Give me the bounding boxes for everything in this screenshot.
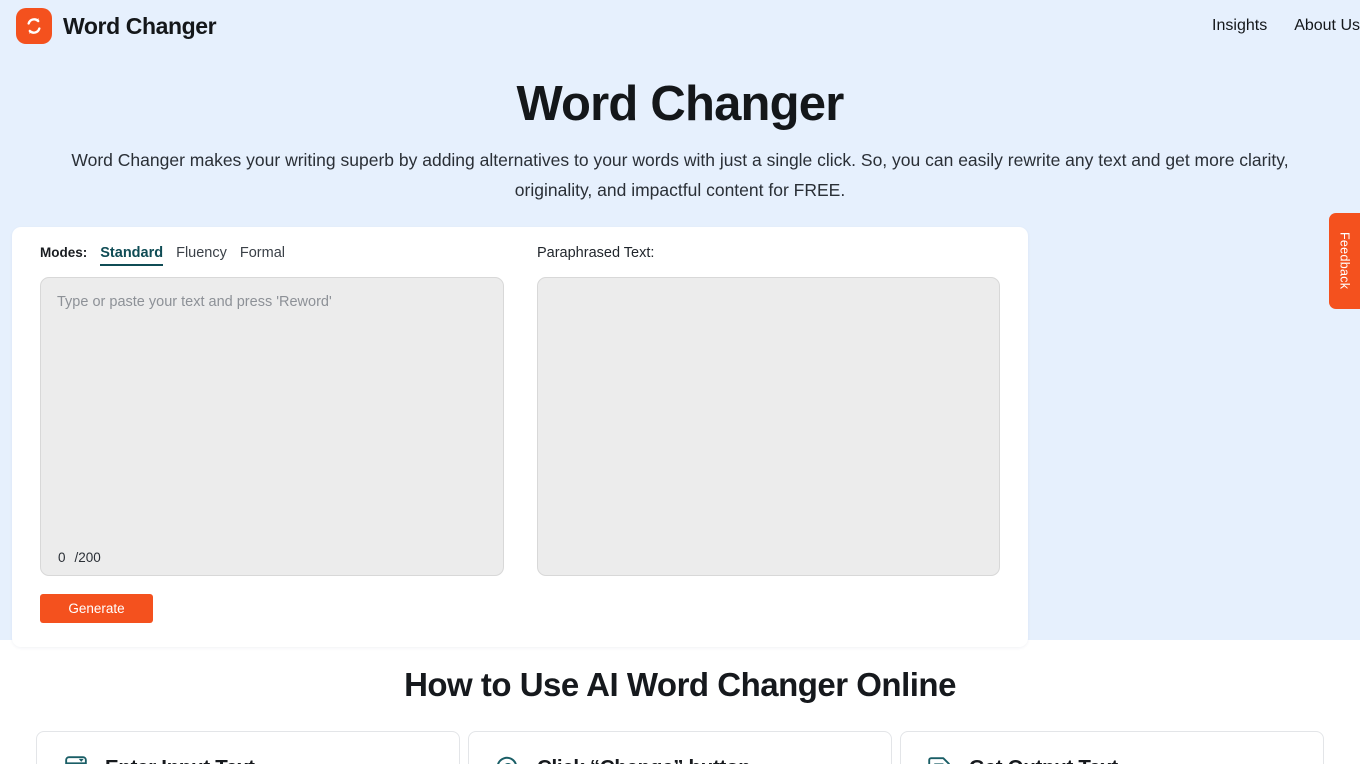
paraphrase-tool-card: Modes: Standard Fluency Formal Type or p… (12, 227, 1028, 647)
modes-row: Modes: Standard Fluency Formal (40, 245, 504, 267)
refresh-swap-icon (16, 8, 52, 44)
brand-name: Word Changer (63, 12, 217, 39)
how-to-card-title: Get Output Text (969, 756, 1118, 764)
mode-tab-fluency[interactable]: Fluency (176, 245, 227, 264)
how-to-card-title: Click “Change” button (537, 756, 751, 764)
character-count: 0 (58, 550, 66, 565)
input-pane: Modes: Standard Fluency Formal Type or p… (40, 245, 504, 623)
mode-tab-formal[interactable]: Formal (240, 245, 285, 264)
output-textarea[interactable] (536, 277, 1000, 576)
brand-logo-link[interactable]: Word Changer (16, 8, 217, 44)
how-to-card-click-change: Click “Change” button (468, 731, 892, 764)
how-to-section: How to Use AI Word Changer Online Enter … (0, 640, 1360, 764)
page-title: Word Changer (516, 77, 844, 131)
hero-section: Word Changer Insights About Us Word Chan… (0, 0, 1360, 647)
modes-label: Modes: (40, 245, 88, 260)
input-textarea[interactable]: Type or paste your text and press 'Rewor… (40, 277, 504, 576)
generate-button[interactable]: Generate (40, 594, 153, 623)
feedback-tab-label: Feedback (1337, 232, 1352, 290)
character-counter: 0 /200 (58, 550, 101, 565)
document-check-icon (923, 751, 956, 764)
character-limit: /200 (74, 550, 101, 565)
main-nav: Insights About Us (1212, 17, 1360, 35)
how-to-card-enter-input: Enter Input Text (36, 731, 460, 764)
nav-item-insights[interactable]: Insights (1212, 17, 1267, 35)
mode-tab-standard[interactable]: Standard (100, 245, 164, 266)
site-header: Word Changer Insights About Us (0, 0, 1360, 52)
how-to-card-title: Enter Input Text (105, 756, 255, 764)
click-cursor-icon (491, 751, 524, 764)
input-placeholder: Type or paste your text and press 'Rewor… (57, 294, 332, 310)
form-document-icon (59, 751, 92, 764)
feedback-tab[interactable]: Feedback (1329, 213, 1360, 309)
how-to-card-get-output: Get Output Text (900, 731, 1324, 764)
output-label: Paraphrased Text: (536, 245, 655, 261)
page-description: Word Changer makes your writing superb b… (71, 150, 1289, 200)
output-pane: Paraphrased Text: (536, 245, 1000, 623)
nav-item-about-us[interactable]: About Us (1294, 17, 1360, 35)
how-to-cards: Enter Input Text Click “Change” button (0, 704, 1360, 764)
how-to-title: How to Use AI Word Changer Online (404, 666, 956, 703)
